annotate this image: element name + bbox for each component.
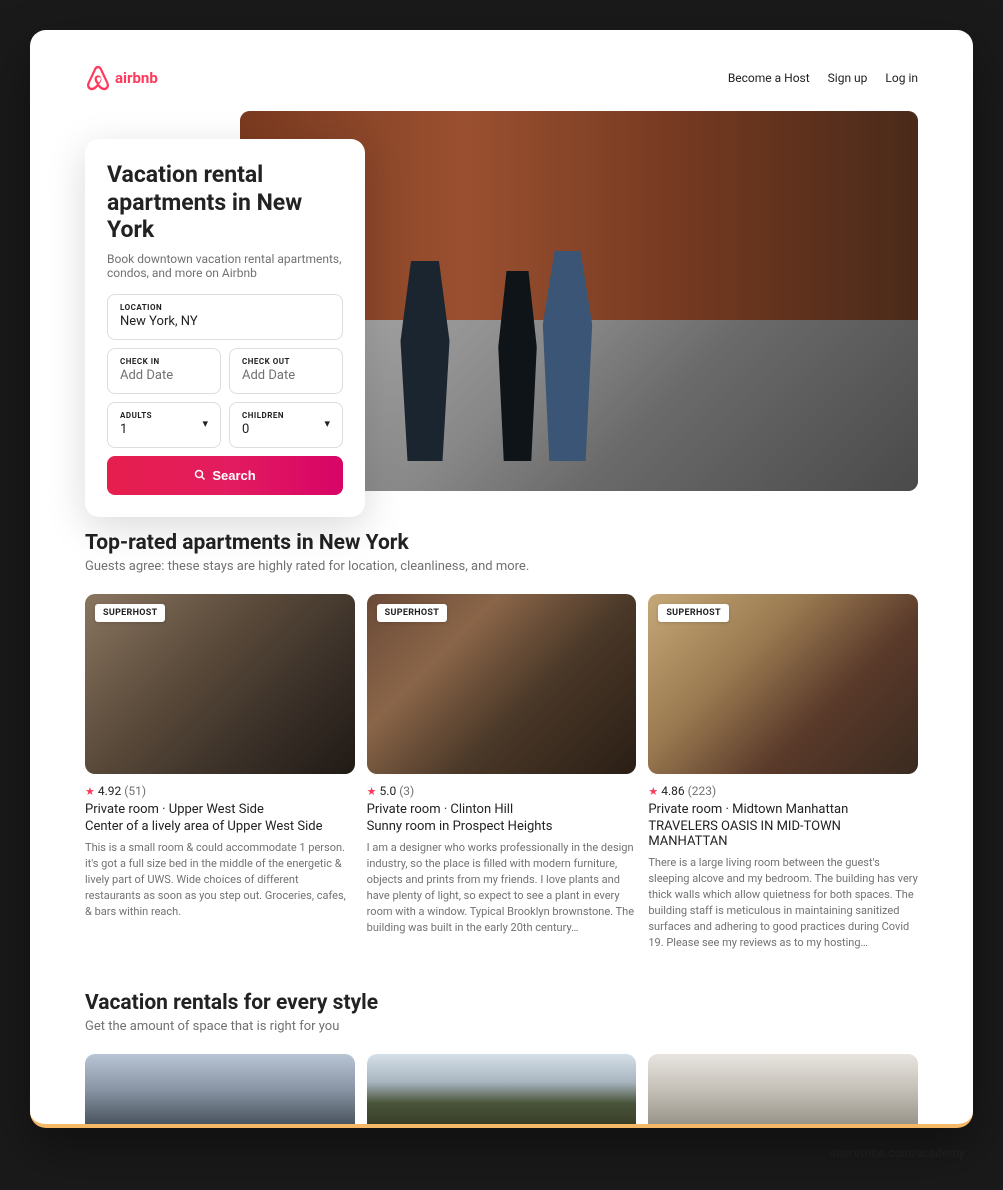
become-host-link[interactable]: Become a Host bbox=[728, 71, 810, 85]
listing-card[interactable]: SUPERHOST ★ 5.0 (3) Private room · Clint… bbox=[367, 594, 637, 951]
rating-count: (51) bbox=[124, 784, 146, 798]
style-card[interactable] bbox=[85, 1054, 355, 1124]
styles-row bbox=[85, 1054, 918, 1124]
checkout-value: Add Date bbox=[242, 368, 330, 383]
rating-row: ★ 4.86 (223) bbox=[648, 784, 918, 798]
listing-description: I am a designer who works professionally… bbox=[367, 840, 637, 936]
signup-link[interactable]: Sign up bbox=[828, 71, 868, 85]
top-rated-subtitle: Guests agree: these stays are highly rat… bbox=[85, 559, 918, 574]
children-value: 0 bbox=[242, 422, 284, 437]
adults-label: ADULTS bbox=[120, 411, 152, 420]
listing-title: TRAVELERS OASIS IN MID-TOWN MANHATTAN bbox=[648, 819, 918, 849]
search-card: Vacation rental apartments in New York B… bbox=[85, 139, 365, 517]
nav-links: Become a Host Sign up Log in bbox=[728, 71, 918, 85]
listing-location: Private room · Clinton Hill bbox=[367, 802, 637, 817]
listing-location: Private room · Midtown Manhattan bbox=[648, 802, 918, 817]
styles-subtitle: Get the amount of space that is right fo… bbox=[85, 1019, 918, 1034]
location-value: New York, NY bbox=[120, 314, 330, 329]
style-card[interactable] bbox=[648, 1054, 918, 1124]
rating-count: (223) bbox=[688, 784, 717, 798]
rating-value: 4.86 bbox=[661, 784, 684, 798]
rating-row: ★ 4.92 (51) bbox=[85, 784, 355, 798]
checkout-field[interactable]: CHECK OUT Add Date bbox=[229, 348, 343, 394]
top-navigation: airbnb Become a Host Sign up Log in bbox=[85, 65, 918, 91]
children-select[interactable]: CHILDREN 0 ▾ bbox=[229, 402, 343, 448]
adults-value: 1 bbox=[120, 422, 152, 437]
search-icon bbox=[194, 469, 206, 481]
listing-image: SUPERHOST bbox=[85, 594, 355, 774]
top-rated-title: Top-rated apartments in New York bbox=[85, 531, 918, 555]
listing-description: This is a small room & could accommodate… bbox=[85, 840, 355, 920]
superhost-badge: SUPERHOST bbox=[377, 604, 447, 622]
brand-name: airbnb bbox=[115, 69, 158, 87]
star-icon: ★ bbox=[648, 785, 658, 798]
search-button[interactable]: Search bbox=[107, 456, 343, 495]
superhost-badge: SUPERHOST bbox=[658, 604, 728, 622]
star-icon: ★ bbox=[85, 785, 95, 798]
search-button-label: Search bbox=[212, 468, 255, 483]
hero-title: Vacation rental apartments in New York bbox=[107, 161, 343, 244]
rating-value: 4.92 bbox=[98, 784, 121, 798]
rating-row: ★ 5.0 (3) bbox=[367, 784, 637, 798]
listing-card[interactable]: SUPERHOST ★ 4.86 (223) Private room · Mi… bbox=[648, 594, 918, 951]
rating-value: 5.0 bbox=[380, 784, 397, 798]
superhost-badge: SUPERHOST bbox=[95, 604, 165, 622]
rating-count: (3) bbox=[399, 784, 414, 798]
listing-title: Center of a lively area of Upper West Si… bbox=[85, 819, 355, 834]
chevron-down-icon: ▾ bbox=[324, 417, 330, 430]
listing-title: Sunny room in Prospect Heights bbox=[367, 819, 637, 834]
listing-location: Private room · Upper West Side bbox=[85, 802, 355, 817]
adults-select[interactable]: ADULTS 1 ▾ bbox=[107, 402, 221, 448]
listing-card[interactable]: SUPERHOST ★ 4.92 (51) Private room · Upp… bbox=[85, 594, 355, 951]
checkin-label: CHECK IN bbox=[120, 357, 208, 366]
star-icon: ★ bbox=[367, 785, 377, 798]
chevron-down-icon: ▾ bbox=[202, 417, 208, 430]
children-label: CHILDREN bbox=[242, 411, 284, 420]
checkin-value: Add Date bbox=[120, 368, 208, 383]
listing-image: SUPERHOST bbox=[367, 594, 637, 774]
login-link[interactable]: Log in bbox=[885, 71, 918, 85]
styles-title: Vacation rentals for every style bbox=[85, 991, 918, 1015]
hero-section: Vacation rental apartments in New York B… bbox=[85, 111, 918, 491]
listing-image: SUPERHOST bbox=[648, 594, 918, 774]
location-label: LOCATION bbox=[120, 303, 330, 312]
brand-logo[interactable]: airbnb bbox=[85, 65, 158, 91]
hero-subtitle: Book downtown vacation rental apartments… bbox=[107, 252, 343, 280]
checkin-field[interactable]: CHECK IN Add Date bbox=[107, 348, 221, 394]
airbnb-logo-icon bbox=[85, 65, 111, 91]
location-field[interactable]: LOCATION New York, NY bbox=[107, 294, 343, 340]
style-card[interactable] bbox=[367, 1054, 637, 1124]
checkout-label: CHECK OUT bbox=[242, 357, 330, 366]
listing-description: There is a large living room between the… bbox=[648, 855, 918, 951]
listings-row: SUPERHOST ★ 4.92 (51) Private room · Upp… bbox=[85, 594, 918, 951]
